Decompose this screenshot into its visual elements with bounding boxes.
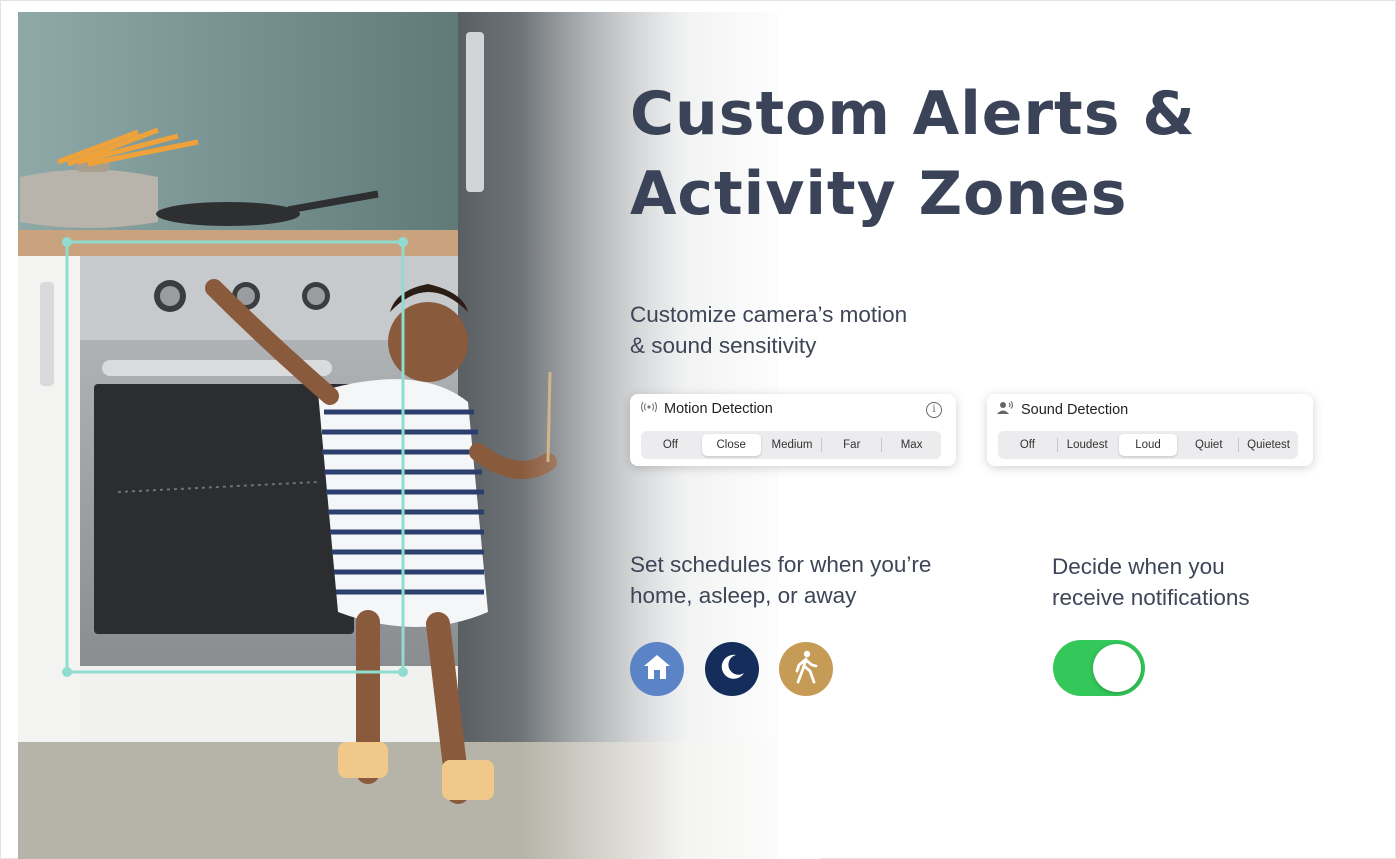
home-mode-button[interactable] xyxy=(630,642,684,696)
headline-line-2: Activity Zones xyxy=(630,159,1128,229)
sound-detection-card: Sound Detection Off Loudest Loud Quiet Q… xyxy=(987,394,1313,466)
schedule-line-1: Set schedules for when you’re xyxy=(630,552,932,577)
notifications-description: Decide when you receive notifications xyxy=(1052,551,1352,613)
motion-option-max[interactable]: Max xyxy=(882,434,941,456)
headline-line-1: Custom Alerts & xyxy=(630,79,1196,149)
motion-option-off[interactable]: Off xyxy=(641,434,700,456)
schedule-line-2: home, asleep, or away xyxy=(630,583,857,608)
sound-option-quiet[interactable]: Quiet xyxy=(1179,434,1238,456)
sensitivity-line-1: Customize camera’s motion xyxy=(630,302,908,327)
motion-detection-card: Motion Detection i Off Close Medium Far … xyxy=(630,394,956,466)
motion-option-far[interactable]: Far xyxy=(822,434,881,456)
motion-detection-title: Motion Detection xyxy=(664,401,773,417)
sensitivity-line-2: & sound sensitivity xyxy=(630,333,817,358)
motion-option-medium[interactable]: Medium xyxy=(763,434,822,456)
toggle-knob xyxy=(1093,644,1141,692)
schedule-description: Set schedules for when you’re home, asle… xyxy=(630,549,1010,611)
sound-sensitivity-segmented-control: Off Loudest Loud Quiet Quietest xyxy=(998,431,1298,459)
motion-waves-icon xyxy=(640,401,658,417)
sound-detection-header: Sound Detection xyxy=(997,401,1128,419)
motion-sensitivity-segmented-control: Off Close Medium Far Max xyxy=(641,431,941,459)
notifications-toggle[interactable] xyxy=(1053,640,1145,696)
sound-option-quietest[interactable]: Quietest xyxy=(1239,434,1298,456)
motion-detection-header: Motion Detection xyxy=(640,401,773,417)
sound-option-off[interactable]: Off xyxy=(998,434,1057,456)
walking-person-icon xyxy=(792,650,820,689)
away-mode-button[interactable] xyxy=(779,642,833,696)
sensitivity-description: Customize camera’s motion & sound sensit… xyxy=(630,299,990,361)
person-sound-icon xyxy=(997,401,1015,419)
sound-detection-title: Sound Detection xyxy=(1021,402,1129,418)
moon-icon xyxy=(717,652,747,687)
motion-option-close[interactable]: Close xyxy=(701,434,761,456)
info-icon[interactable]: i xyxy=(926,402,942,418)
asleep-mode-button[interactable] xyxy=(705,642,759,696)
sound-option-loud[interactable]: Loud xyxy=(1118,434,1178,456)
notifications-line-2: receive notifications xyxy=(1052,585,1250,610)
headline: Custom Alerts & Activity Zones xyxy=(630,74,1196,234)
sound-option-loudest[interactable]: Loudest xyxy=(1058,434,1117,456)
notifications-line-1: Decide when you xyxy=(1052,554,1225,579)
house-icon xyxy=(642,653,672,686)
